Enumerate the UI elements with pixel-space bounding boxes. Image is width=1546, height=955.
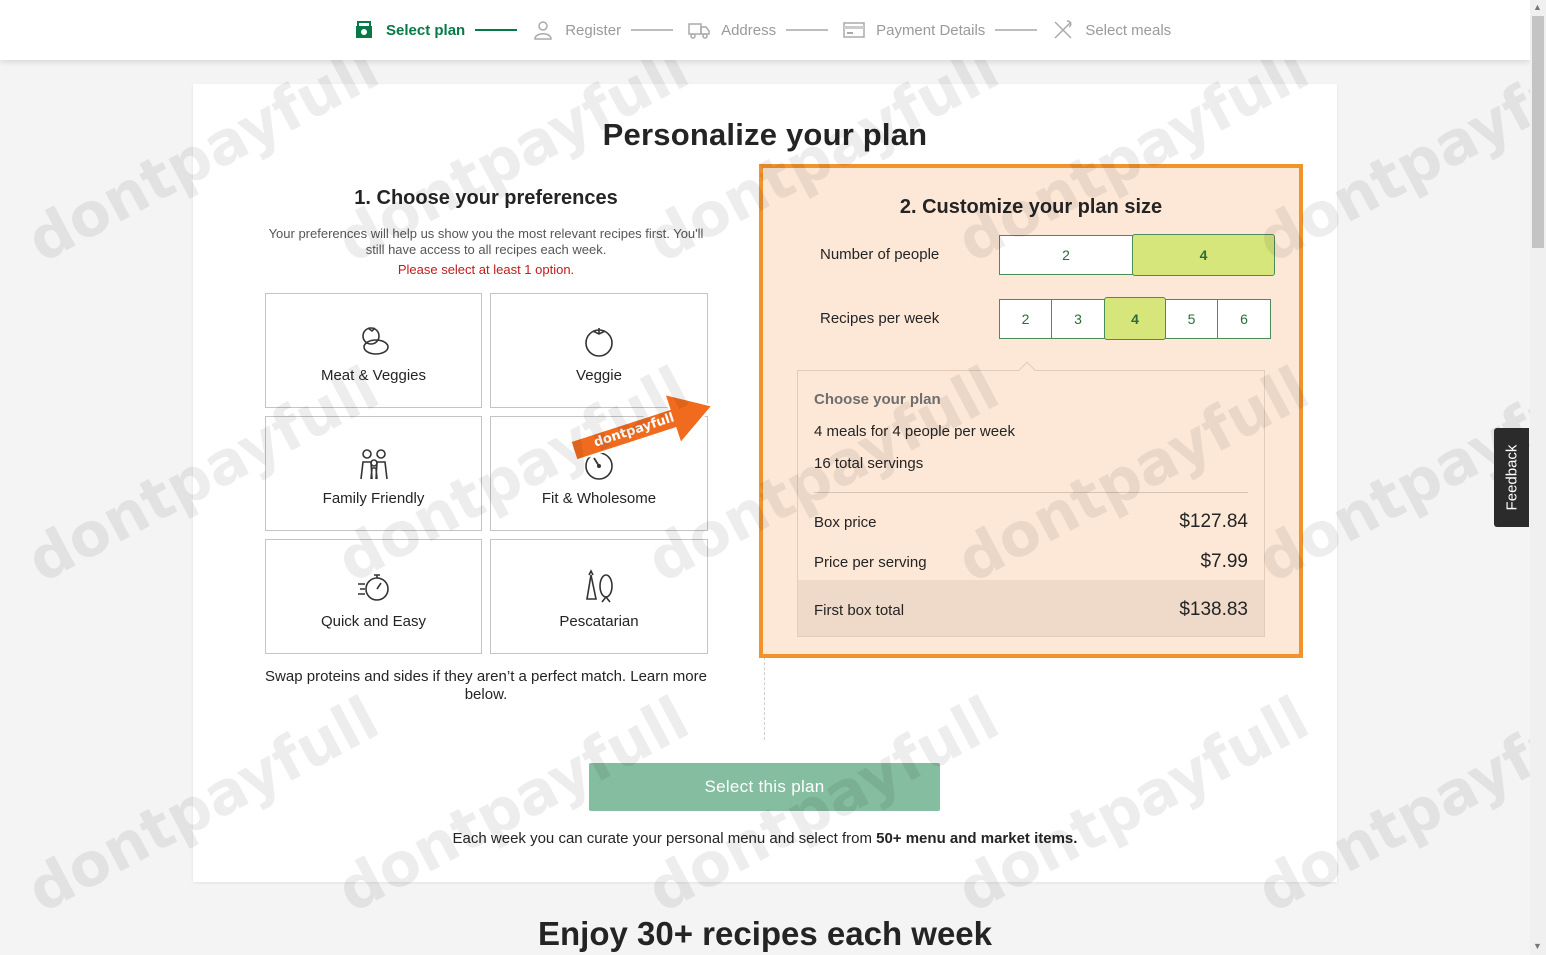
pref-label: Pescatarian	[559, 613, 639, 630]
checkout-stepper-bar: Select plan Register Address Payment Det…	[0, 0, 1530, 60]
pref-label: Meat & Veggies	[320, 367, 427, 384]
step-label: Select meals	[1085, 21, 1172, 39]
pref-label: Quick and Easy	[320, 613, 427, 630]
step-label: Address	[721, 21, 777, 39]
step-connector	[786, 29, 829, 31]
first-box-row: First box total $138.83	[814, 599, 1248, 621]
per-serving-label: Price per serving	[814, 553, 927, 571]
first-box-label: First box total	[814, 601, 905, 619]
per-serving-value: $7.99	[1200, 551, 1248, 572]
summary-pointer	[1018, 361, 1036, 379]
people-label: Number of people	[820, 246, 940, 263]
meat-veggies-icon	[361, 327, 389, 355]
step-register[interactable]: Register	[531, 18, 621, 42]
utensils-icon	[1051, 18, 1075, 42]
step-select-meals[interactable]: Select meals	[1051, 18, 1171, 42]
promo-arrow-logo: dontpayfull	[569, 392, 715, 462]
pref-quick-easy[interactable]: Quick and Easy	[265, 539, 482, 654]
summary-meals: 4 meals for 4 people per week	[814, 423, 1015, 440]
page-title: Personalize your plan	[602, 117, 928, 152]
step-address[interactable]: Address	[687, 18, 776, 42]
cta-note-text: Each week you can curate your personal m…	[452, 830, 877, 847]
pref-pescatarian[interactable]: Pescatarian	[490, 539, 708, 654]
page-scrollbar[interactable]: ▲ ▼	[1530, 0, 1546, 955]
plan-size-heading: 2. Customize your plan size	[899, 196, 1163, 218]
select-plan-button[interactable]: Select this plan	[589, 763, 940, 811]
box-price-label: Box price	[814, 513, 877, 531]
recipes-option-4[interactable]: 4	[1104, 297, 1166, 340]
preferences-footnote: Swap proteins and sides if they aren’t a…	[265, 668, 707, 703]
step-payment-details[interactable]: Payment Details	[842, 18, 985, 42]
user-icon	[531, 18, 555, 42]
box-price-row: Box price $127.84	[814, 511, 1248, 533]
checkout-steps: Select plan Register Address Payment Det…	[352, 16, 1171, 44]
step-label: Select plan	[386, 21, 466, 39]
cta-note-bold: 50+ menu and market items.	[876, 830, 1078, 847]
stopwatch-icon	[357, 574, 389, 601]
plan-card: Personalize your plan 1. Choose your pre…	[193, 84, 1337, 882]
plan-size-section: 2. Customize your plan size Number of pe…	[759, 164, 1303, 658]
preferences-heading: 1. Choose your preferences	[354, 187, 618, 209]
box-icon	[352, 18, 376, 42]
step-connector	[995, 29, 1038, 31]
recipes-selector: 2 3 4 5 6	[999, 297, 1271, 340]
people-selector: 2 4	[999, 234, 1275, 276]
recipes-option-5[interactable]: 5	[1165, 299, 1218, 339]
recipes-section-title: Enjoy 30+ recipes each week	[537, 915, 993, 952]
pref-meat-veggies[interactable]: Meat & Veggies	[265, 293, 482, 408]
scroll-up-icon[interactable]: ▲	[1533, 2, 1542, 12]
summary-servings: 16 total servings	[814, 455, 924, 472]
plan-summary: Choose your plan 4 meals for 4 people pe…	[797, 361, 1265, 637]
cta-note: Each week you can curate your personal m…	[193, 830, 1337, 847]
pref-label: Veggie	[576, 367, 622, 384]
card-icon	[842, 18, 866, 42]
recipes-option-3[interactable]: 3	[1051, 299, 1105, 339]
pref-family-friendly[interactable]: Family Friendly	[265, 416, 482, 531]
truck-icon	[687, 18, 711, 42]
recipes-label: Recipes per week	[820, 310, 940, 327]
preferences-description: Your preferences will help us show you t…	[268, 226, 704, 257]
feedback-tab[interactable]: Feedback	[1494, 428, 1529, 527]
preferences-warning: Please select at least 1 option.	[397, 262, 575, 277]
summary-heading: Choose your plan	[814, 391, 941, 408]
box-price-value: $127.84	[1179, 511, 1248, 532]
people-option-2[interactable]: 2	[999, 235, 1133, 275]
step-connector	[631, 29, 674, 31]
pref-label: Fit & Wholesome	[541, 490, 657, 507]
people-option-4[interactable]: 4	[1132, 234, 1275, 276]
family-icon	[359, 449, 388, 480]
feedback-label: Feedback	[1503, 444, 1520, 511]
fish-carrot-icon	[586, 569, 613, 603]
recipes-option-2[interactable]: 2	[999, 299, 1052, 339]
recipes-option-6[interactable]: 6	[1217, 299, 1271, 339]
step-label: Payment Details	[876, 21, 986, 39]
scroll-down-icon[interactable]: ▼	[1533, 941, 1542, 951]
step-select-plan[interactable]: Select plan	[352, 18, 465, 42]
preferences-grid: Meat & Veggies Veggie Family Friendly Fi…	[265, 293, 708, 654]
pref-label: Family Friendly	[322, 490, 425, 507]
step-label: Register	[565, 21, 622, 39]
summary-separator	[814, 492, 1248, 493]
first-box-value: $138.83	[1179, 599, 1248, 620]
tomato-icon	[585, 328, 613, 357]
scrollbar-thumb[interactable]	[1532, 16, 1544, 248]
step-connector	[475, 29, 518, 31]
per-serving-row: Price per serving $7.99	[814, 551, 1248, 573]
